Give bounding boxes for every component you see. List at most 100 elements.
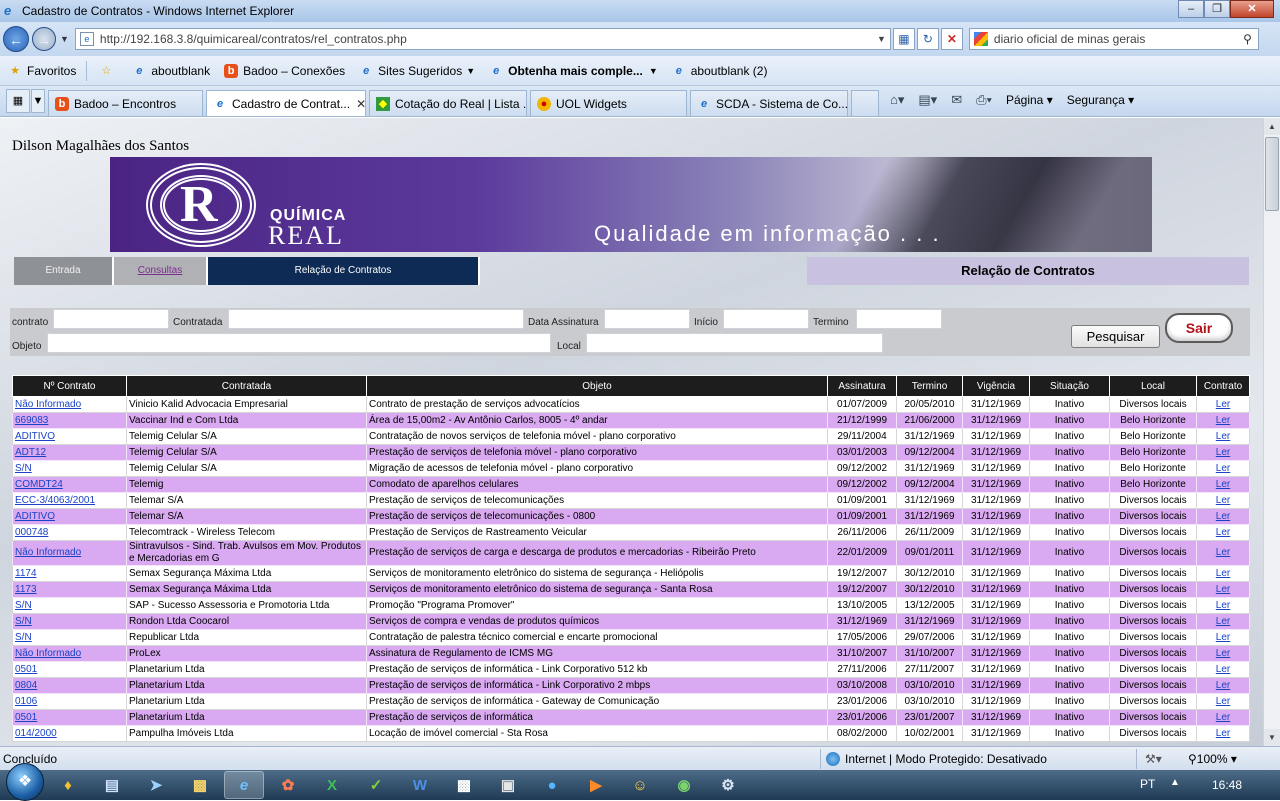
contratada-input[interactable] <box>228 309 524 329</box>
excel-icon[interactable]: X <box>312 771 352 799</box>
close-tab-icon[interactable]: ✕ <box>356 97 365 111</box>
ler-link[interactable]: Ler <box>1216 680 1230 691</box>
app-media-icon[interactable]: ➤ <box>136 771 176 799</box>
menu-consultas[interactable]: Consultas <box>114 257 208 285</box>
compatibility-icon[interactable]: ▦ <box>892 28 915 50</box>
history-dropdown-icon[interactable]: ▼ <box>60 34 69 44</box>
contract-number-link[interactable]: ADITIVO <box>15 511 55 522</box>
app-blue-icon[interactable]: ● <box>532 771 572 799</box>
tab-scda[interactable]: e SCDA - Sistema de Co... <box>690 90 848 116</box>
scroll-down-icon[interactable]: ▼ <box>1264 729 1280 746</box>
objeto-input[interactable] <box>47 333 551 353</box>
ler-link[interactable]: Ler <box>1216 511 1230 522</box>
folder-icon[interactable]: ▩ <box>180 771 220 799</box>
contract-number-link[interactable]: COMDT24 <box>15 479 63 490</box>
ler-link[interactable]: Ler <box>1216 495 1230 506</box>
ie-taskbar-icon[interactable]: e <box>224 771 264 799</box>
fav-item-aboutblank-2[interactable]: e aboutblank (2) <box>672 64 768 78</box>
contract-number-link[interactable]: Não Informado <box>15 648 81 659</box>
print-icon[interactable]: ⎙▾ <box>976 92 992 108</box>
ler-link[interactable]: Ler <box>1216 728 1230 739</box>
zoom-level[interactable]: ⚲100% ▾ <box>1188 752 1237 766</box>
quick-tabs-icon[interactable]: ▦ <box>6 89 30 113</box>
contract-number-link[interactable]: 669083 <box>15 415 48 426</box>
contract-number-link[interactable]: 0804 <box>15 680 37 691</box>
ler-link[interactable]: Ler <box>1216 568 1230 579</box>
add-favorite-button[interactable]: ☆ <box>99 64 118 78</box>
contract-number-link[interactable]: 000748 <box>15 527 48 538</box>
maximize-button[interactable]: ❐ <box>1204 0 1230 18</box>
new-tab-button[interactable] <box>851 90 879 116</box>
contract-number-link[interactable]: 0501 <box>15 664 37 675</box>
word-icon[interactable]: W <box>400 771 440 799</box>
ler-link[interactable]: Ler <box>1216 664 1230 675</box>
menu-relacao-contratos[interactable]: Relação de Contratos <box>208 257 480 285</box>
contract-number-link[interactable]: 1173 <box>15 584 37 595</box>
contract-number-link[interactable]: Não Informado <box>15 399 81 410</box>
ler-link[interactable]: Ler <box>1216 431 1230 442</box>
fav-item-badoo[interactable]: b Badoo – Conexões <box>224 63 345 78</box>
forward-button[interactable]: → <box>32 27 56 51</box>
pesquisar-button[interactable]: Pesquisar <box>1071 325 1160 348</box>
app-acrobat-icon[interactable]: ✿ <box>268 771 308 799</box>
tray-expand-icon[interactable]: ▲ <box>1170 777 1180 788</box>
contract-number-link[interactable]: S/N <box>15 632 32 643</box>
tab-list-dropdown-icon[interactable]: ▼ <box>31 89 45 113</box>
contract-number-link[interactable]: 1174 <box>15 568 37 579</box>
tab-cotacao[interactable]: ◆ Cotação do Real | Lista ... <box>369 90 527 116</box>
termino-input[interactable] <box>856 309 942 329</box>
local-input[interactable] <box>586 333 883 353</box>
contract-number-link[interactable]: Não Informado <box>15 547 81 558</box>
url-dropdown-icon[interactable]: ▼ <box>877 34 886 44</box>
app-control-icon[interactable]: ⚙ <box>708 771 748 799</box>
contract-number-link[interactable]: ADT12 <box>15 447 46 458</box>
ler-link[interactable]: Ler <box>1216 584 1230 595</box>
tab-cadastro[interactable]: e Cadastro de Contrat... ✕ <box>206 90 366 116</box>
security-zone[interactable]: Internet | Modo Protegido: Desativado <box>826 751 1047 766</box>
app-globe-icon[interactable]: ◉ <box>664 771 704 799</box>
search-icon[interactable]: ⚲ <box>1243 32 1252 46</box>
inicio-input[interactable] <box>723 309 809 329</box>
ler-link[interactable]: Ler <box>1216 479 1230 490</box>
protected-mode-icon[interactable]: ⚒▾ <box>1145 752 1162 766</box>
app-network-icon[interactable]: ♦ <box>48 771 88 799</box>
contract-number-link[interactable]: 014/2000 <box>15 728 57 739</box>
contract-number-link[interactable]: ADITIVO <box>15 431 55 442</box>
menu-entrada[interactable]: Entrada <box>14 257 114 285</box>
mail-icon[interactable]: ✉ <box>951 92 962 108</box>
ler-link[interactable]: Ler <box>1216 447 1230 458</box>
app-player-icon[interactable]: ▶ <box>576 771 616 799</box>
ler-link[interactable]: Ler <box>1216 415 1230 426</box>
ler-link[interactable]: Ler <box>1216 632 1230 643</box>
ler-link[interactable]: Ler <box>1216 600 1230 611</box>
search-input[interactable]: diario oficial de minas gerais ⚲ <box>968 28 1259 50</box>
fav-item-sites-sugeridos[interactable]: e Sites Sugeridos ▼ <box>359 64 475 78</box>
ler-link[interactable]: Ler <box>1216 696 1230 707</box>
clock[interactable]: 16:48 <box>1212 778 1242 792</box>
start-button[interactable]: ❖ <box>6 763 44 801</box>
contract-number-link[interactable]: ECC-3/4063/2001 <box>15 495 95 506</box>
fav-item-obtenha[interactable]: e Obtenha mais comple... ▼ <box>489 64 658 78</box>
ler-link[interactable]: Ler <box>1216 616 1230 627</box>
minimize-button[interactable]: – <box>1178 0 1204 18</box>
tab-uol[interactable]: ● UOL Widgets <box>530 90 687 116</box>
ler-link[interactable]: Ler <box>1216 399 1230 410</box>
stop-icon[interactable]: ✕ <box>940 28 963 50</box>
contract-number-link[interactable]: S/N <box>15 616 32 627</box>
contract-number-link[interactable]: 0501 <box>15 712 37 723</box>
language-indicator[interactable]: PT <box>1140 777 1155 791</box>
contract-number-link[interactable]: S/N <box>15 463 32 474</box>
fav-item-aboutblank[interactable]: e aboutblank <box>132 64 210 78</box>
security-menu[interactable]: Segurança ▾ <box>1067 93 1134 107</box>
refresh-icon[interactable]: ↻ <box>916 28 939 50</box>
page-menu[interactable]: Página ▾ <box>1006 93 1053 107</box>
data-assinatura-input[interactable] <box>604 309 690 329</box>
contract-number-link[interactable]: 0106 <box>15 696 37 707</box>
url-input[interactable]: e http://192.168.3.8/quimicareal/contrat… <box>74 28 891 50</box>
feeds-icon[interactable]: ▤▾ <box>918 92 937 108</box>
contract-number-link[interactable]: S/N <box>15 600 32 611</box>
vertical-scrollbar[interactable]: ▲ ▼ <box>1263 118 1280 746</box>
ler-link[interactable]: Ler <box>1216 547 1230 558</box>
back-button[interactable]: ← <box>3 26 29 52</box>
scroll-up-icon[interactable]: ▲ <box>1264 118 1280 135</box>
